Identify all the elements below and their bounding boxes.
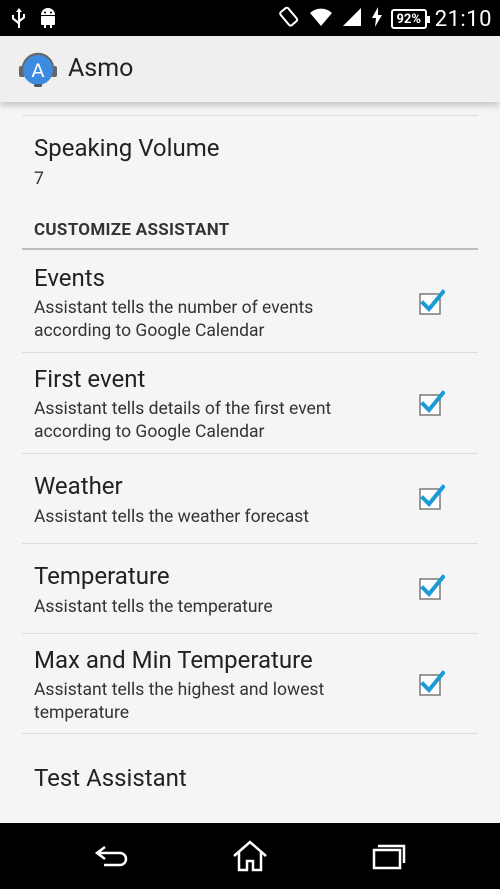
pref-test-assistant[interactable]: Test Assistant <box>0 734 500 823</box>
recents-icon[interactable] <box>368 839 408 873</box>
pref-temperature[interactable]: Temperature Assistant tells the temperat… <box>0 544 500 633</box>
wifi-icon <box>309 7 333 31</box>
android-debug-icon <box>38 7 58 33</box>
status-bar: 92% 21:10 <box>0 0 500 36</box>
category-divider <box>22 248 478 250</box>
pref-summary: Assistant tells the weather forecast <box>34 507 310 527</box>
pref-max-min-temperature[interactable]: Max and Min Temperature Assistant tells … <box>0 634 500 734</box>
app-logo-icon[interactable]: A <box>18 49 58 89</box>
pref-title: First event <box>34 365 146 393</box>
pref-events[interactable]: Events Assistant tells the number of eve… <box>0 252 500 352</box>
pref-summary: Assistant tells the temperature <box>34 597 273 617</box>
pref-first-event[interactable]: First event Assistant tells details of t… <box>0 353 500 453</box>
pref-weather[interactable]: Weather Assistant tells the weather fore… <box>0 454 500 543</box>
checkbox-temperature[interactable] <box>419 574 446 600</box>
signal-icon <box>341 7 363 31</box>
navigation-bar <box>0 823 500 889</box>
battery-indicator: 92% <box>390 9 430 29</box>
checkbox-first-event[interactable] <box>419 390 446 416</box>
checkbox-max-min-temperature[interactable] <box>419 670 446 696</box>
usb-icon <box>10 7 28 33</box>
checkbox-weather[interactable] <box>419 484 446 510</box>
settings-list: Speaking Volume 7 CUSTOMIZE ASSISTANT Ev… <box>0 102 500 823</box>
pref-summary: Assistant tells details of the first eve… <box>34 399 332 442</box>
pref-speaking-volume[interactable]: Speaking Volume 7 <box>0 116 500 206</box>
app-icon-letter: A <box>32 60 45 82</box>
checkbox-events[interactable] <box>419 289 446 315</box>
pref-title: Test Assistant <box>34 764 187 792</box>
pref-title: Speaking Volume <box>34 134 220 162</box>
clock: 21:10 <box>434 6 492 32</box>
app-title: Asmo <box>68 54 134 83</box>
pref-title: Max and Min Temperature <box>34 646 313 674</box>
action-bar: A Asmo <box>0 36 500 102</box>
pref-summary: Assistant tells the number of events acc… <box>34 298 314 341</box>
back-icon[interactable] <box>92 839 132 873</box>
pref-value: 7 <box>34 169 44 189</box>
pref-title: Temperature <box>34 562 170 590</box>
home-icon[interactable] <box>230 839 270 873</box>
pref-title: Events <box>34 264 106 292</box>
pref-title: Weather <box>34 472 123 500</box>
rotation-icon <box>277 5 301 33</box>
charging-icon <box>371 7 383 31</box>
category-header: CUSTOMIZE ASSISTANT <box>34 220 230 240</box>
pref-summary: Assistant tells the highest and lowest t… <box>34 680 325 723</box>
